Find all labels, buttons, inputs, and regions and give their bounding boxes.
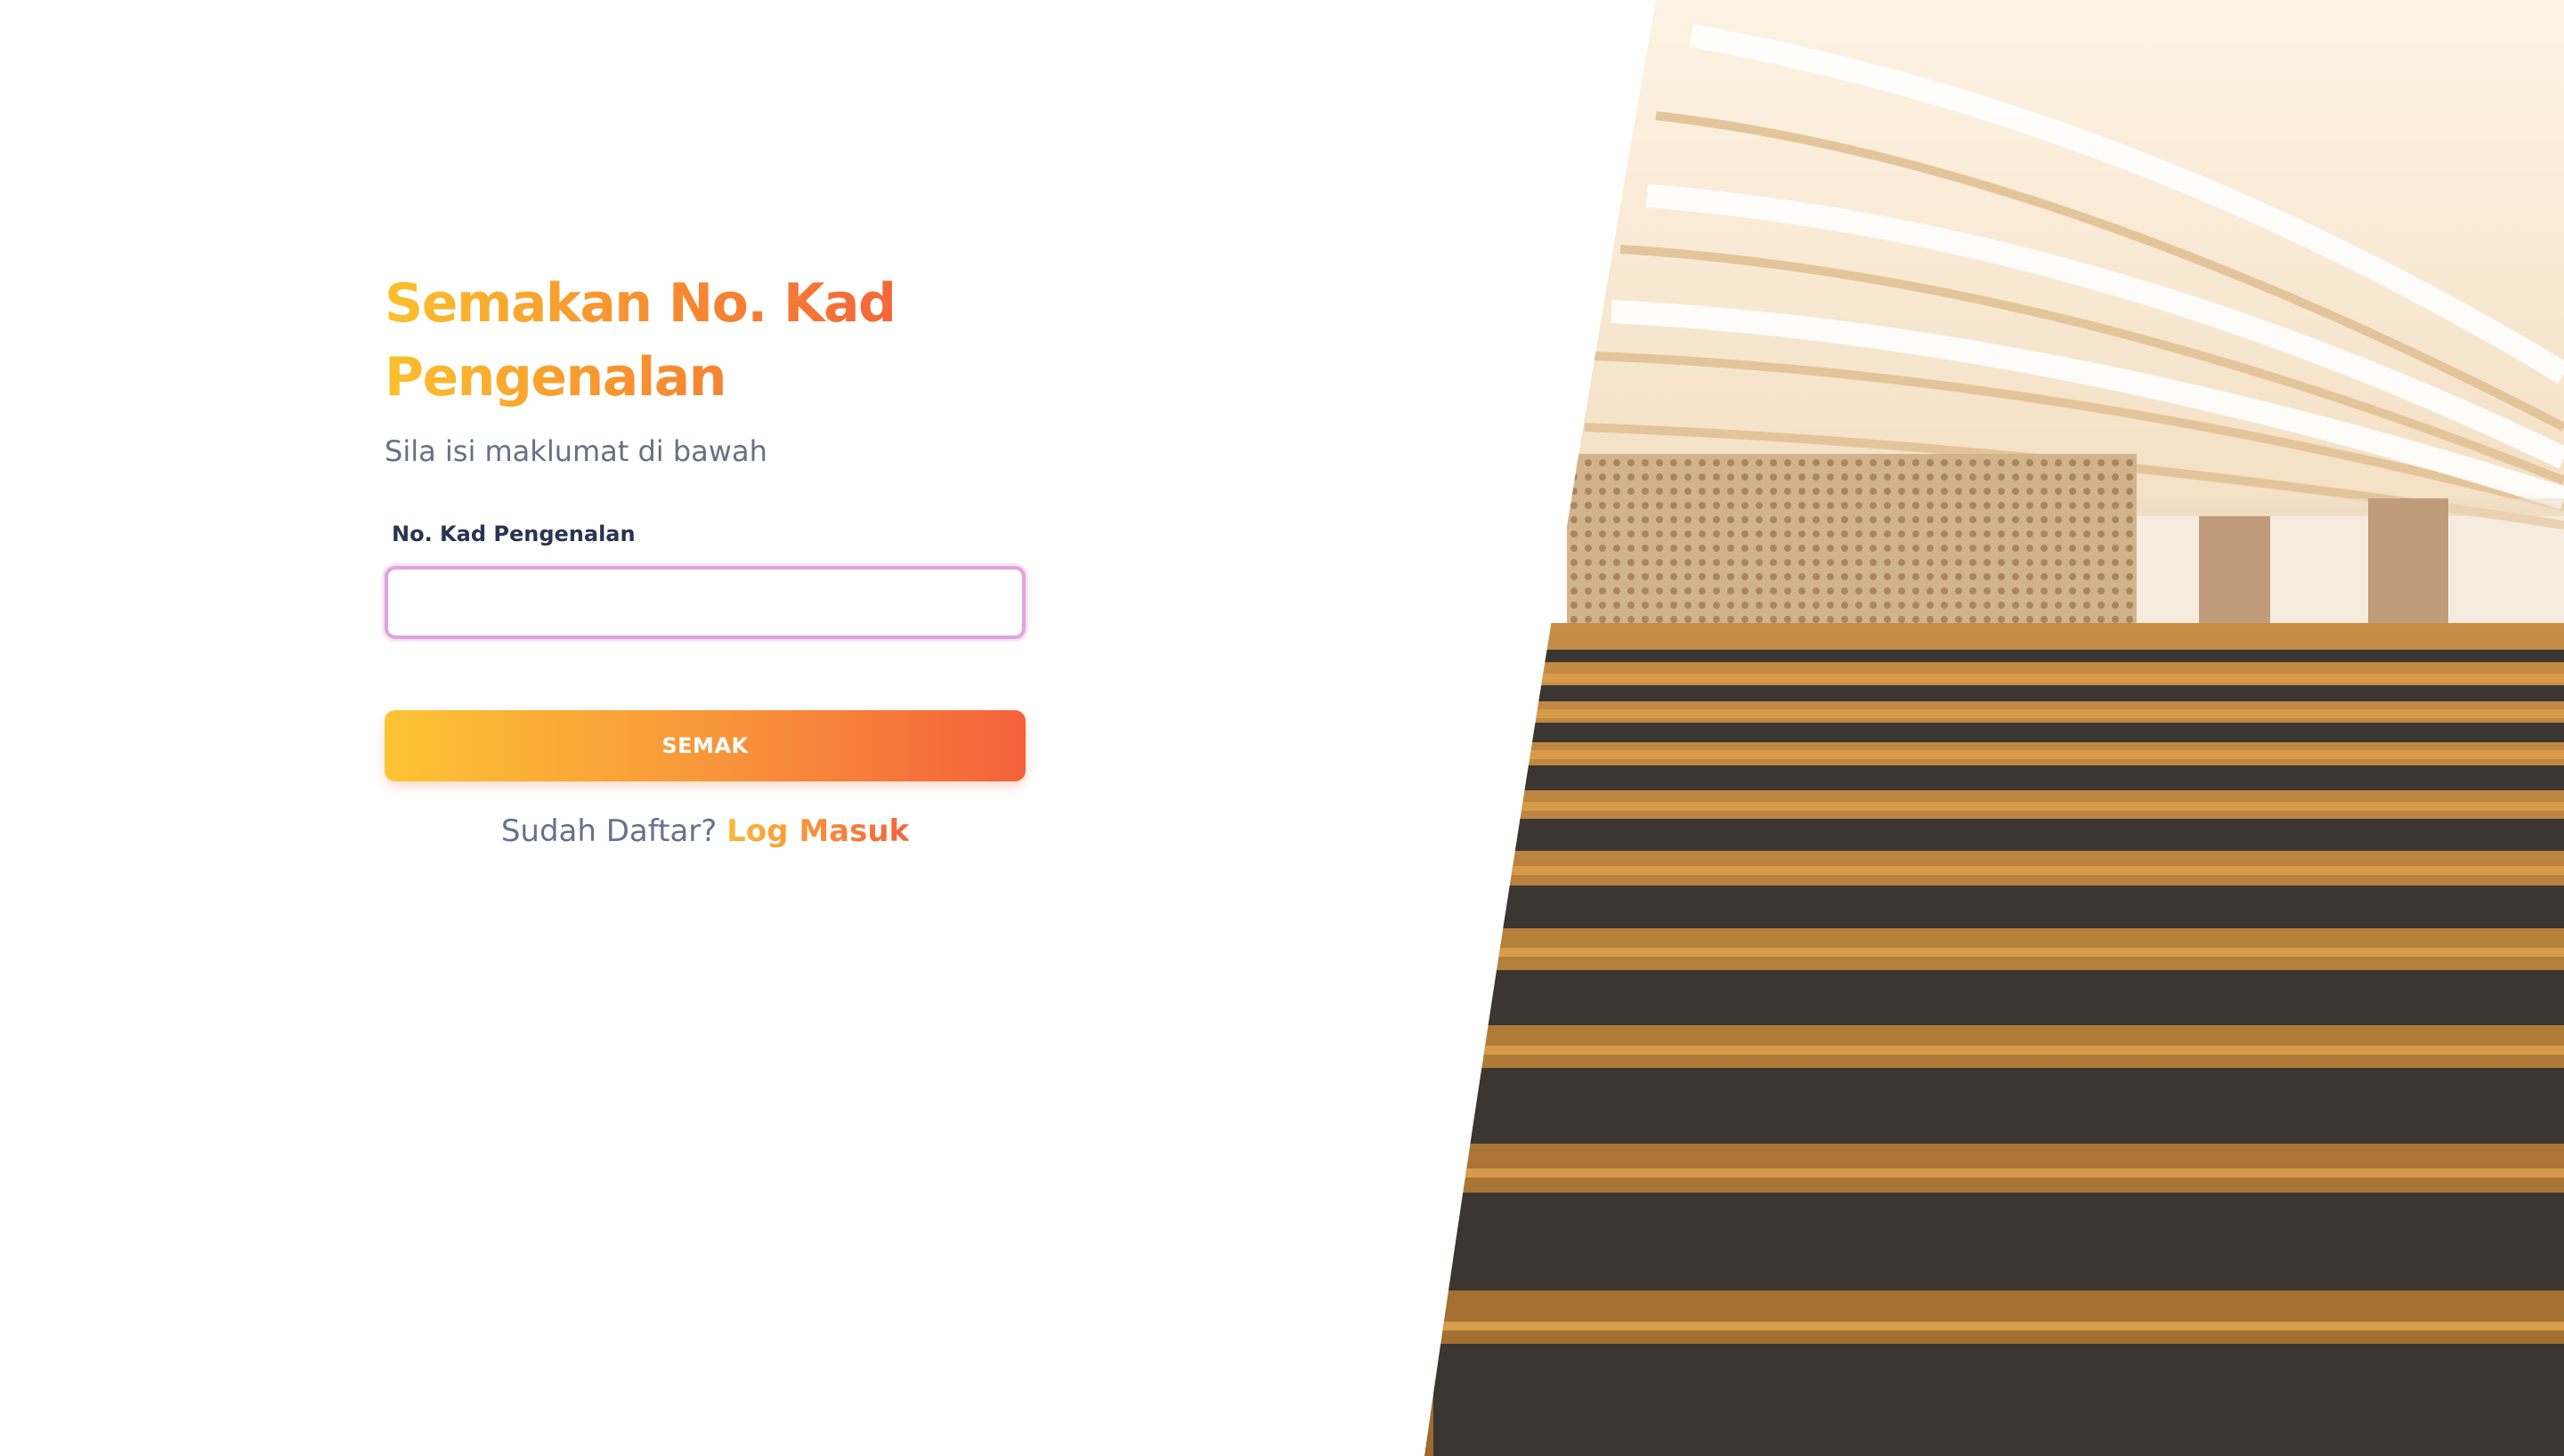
auditorium-image — [1424, 0, 2564, 1456]
